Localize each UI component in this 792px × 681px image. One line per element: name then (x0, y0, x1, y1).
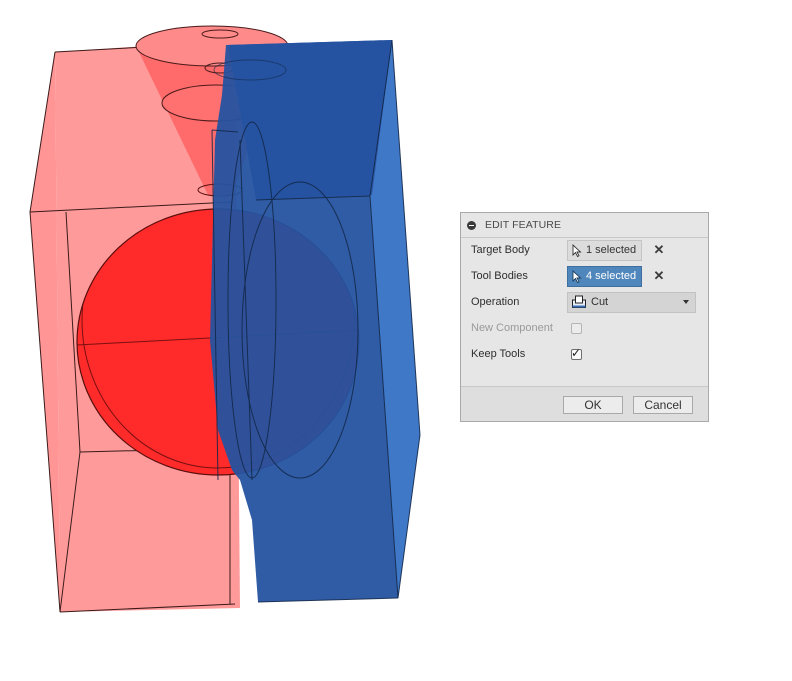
target-body-row: Target Body 1 selected ✕ (471, 238, 665, 262)
new-component-checkbox (571, 322, 582, 334)
keep-tools-row: Keep Tools ✓ (471, 342, 582, 366)
target-body-value: 1 selected (586, 244, 637, 256)
clear-target-body-icon[interactable]: ✕ (653, 242, 665, 258)
tool-bodies-value: 4 selected (586, 270, 637, 282)
cursor-arrow-icon (572, 243, 582, 257)
operation-label: Operation (471, 296, 520, 308)
tool-bodies-label: Tool Bodies (471, 270, 528, 282)
panel-title: EDIT FEATURE (485, 219, 562, 231)
edit-feature-panel: EDIT FEATURE Target Body 1 selected ✕ To… (460, 212, 709, 422)
tool-bodies-selector[interactable]: 4 selected (567, 265, 642, 287)
keep-tools-checkbox[interactable]: ✓ (571, 345, 582, 360)
clear-tool-bodies-icon[interactable]: ✕ (653, 268, 665, 284)
tool-bodies[interactable] (210, 39, 421, 603)
collapse-icon[interactable] (467, 220, 476, 230)
cancel-button[interactable]: Cancel (633, 396, 693, 414)
chevron-down-icon (683, 299, 689, 304)
target-body-selector[interactable]: 1 selected (567, 239, 642, 261)
tool-bodies-row: Tool Bodies 4 selected ✕ (471, 264, 665, 288)
operation-dropdown[interactable]: Cut (567, 291, 696, 313)
operation-value: Cut (591, 296, 609, 308)
keep-tools-label: Keep Tools (471, 348, 526, 360)
panel-footer: OK Cancel (461, 386, 708, 421)
panel-header: EDIT FEATURE (461, 213, 708, 238)
new-component-label: New Component (471, 322, 553, 334)
ok-button[interactable]: OK (563, 396, 623, 414)
checkmark-icon: ✓ (571, 345, 582, 360)
target-body-label: Target Body (471, 244, 530, 256)
cut-operation-icon (572, 295, 586, 308)
cursor-arrow-icon (572, 269, 582, 283)
operation-row: Operation Cut (471, 290, 696, 314)
new-component-row: New Component (471, 316, 582, 340)
